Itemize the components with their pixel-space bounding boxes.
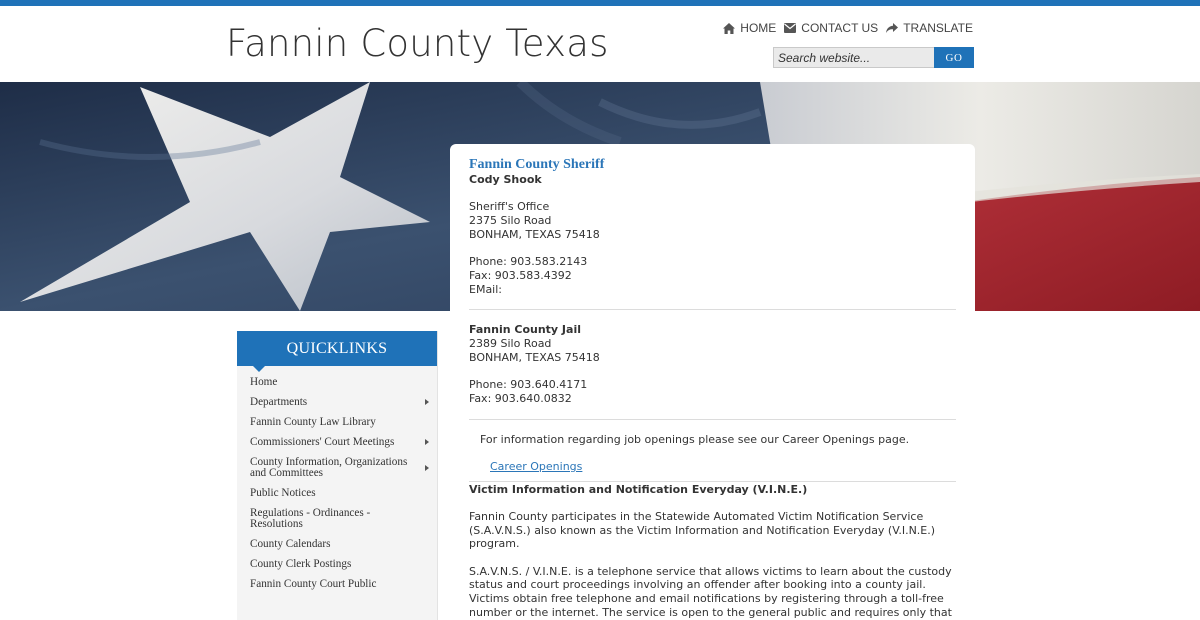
- quicklink-home[interactable]: Home: [237, 373, 437, 393]
- divider: [469, 480, 956, 482]
- jail-city: BONHAM, TEXAS 75418: [469, 350, 600, 364]
- share-arrow-icon: [886, 23, 899, 33]
- jail-phone: Phone: 903.640.4171: [469, 378, 588, 392]
- home-link[interactable]: HOME: [723, 21, 776, 35]
- quicklink-label: County Clerk Postings: [250, 558, 352, 570]
- translate-label: TRANSLATE: [903, 21, 973, 35]
- submenu-arrow-icon: [425, 399, 429, 405]
- vine-paragraph-1: Fannin County participates in the Statew…: [469, 509, 936, 551]
- sheriff-content-panel: Fannin County Sheriff Cody Shook Sheriff…: [450, 144, 975, 620]
- quicklink-county-calendars[interactable]: County Calendars: [237, 535, 437, 555]
- home-link-label: HOME: [740, 21, 777, 35]
- jail-fax: Fax: 903.640.0832: [469, 391, 572, 405]
- translate-link[interactable]: TRANSLATE: [886, 21, 973, 35]
- quicklink-county-information[interactable]: County Information, Organizations and Co…: [237, 453, 437, 484]
- quicklink-label: Public Notices: [250, 487, 316, 499]
- sheriff-heading: Fannin County Sheriff: [469, 157, 605, 172]
- jail-street: 2389 Silo Road: [469, 337, 552, 350]
- site-title[interactable]: Fannin County Texas: [226, 22, 609, 65]
- quicklink-label: County Calendars: [250, 538, 331, 550]
- quicklink-label: Home: [250, 376, 278, 388]
- sheriff-phone: Phone: 903.583.2143: [469, 255, 588, 269]
- quicklink-law-library[interactable]: Fannin County Law Library: [237, 413, 437, 433]
- envelope-icon: [784, 23, 797, 33]
- contact-us-link[interactable]: CONTACT US: [784, 21, 878, 35]
- submenu-arrow-icon: [425, 464, 429, 471]
- quicklinks-title: QUICKLINKS: [237, 331, 437, 372]
- top-navigation: HOME CONTACT US TRANSLATE: [723, 21, 973, 35]
- jail-heading: Fannin County Jail: [469, 323, 581, 337]
- quicklink-county-clerk-postings[interactable]: County Clerk Postings: [237, 555, 437, 575]
- quicklink-label: County Information, Organizations and Co…: [250, 456, 408, 479]
- site-search: GO: [773, 47, 974, 68]
- quicklink-label: Fannin County Court Public: [250, 578, 377, 590]
- divider: [469, 309, 956, 311]
- vine-heading: Victim Information and Notification Ever…: [469, 482, 808, 496]
- search-input[interactable]: [773, 47, 934, 68]
- divider: [469, 418, 956, 420]
- quicklink-label: Commissioners' Court Meetings: [250, 436, 395, 448]
- contact-us-label: CONTACT US: [801, 21, 879, 35]
- quicklink-public-notices[interactable]: Public Notices: [237, 484, 437, 504]
- submenu-arrow-icon: [425, 439, 429, 445]
- sheriff-office: Sheriff's Office: [469, 200, 550, 214]
- quicklink-county-court-public[interactable]: Fannin County Court Public: [237, 575, 437, 595]
- vine-paragraph-2: S.A.V.N.S. / V.I.N.E. is a telephone ser…: [469, 564, 952, 620]
- sheriff-fax: Fax: 903.583.4392: [469, 268, 572, 282]
- site-header: Fannin County Texas HOME CONTACT US TRAN…: [0, 6, 1200, 82]
- quicklink-regulations[interactable]: Regulations - Ordinances - Resolutions: [237, 504, 437, 535]
- sheriff-name: Cody Shook: [469, 173, 542, 186]
- quicklink-label: Departments: [250, 396, 308, 408]
- careers-text: For information regarding job openings p…: [480, 432, 910, 446]
- home-icon: [723, 22, 736, 34]
- quicklink-label: Regulations - Ordinances - Resolutions: [250, 507, 371, 530]
- quicklinks-sidebar: QUICKLINKS Home Departments Fannin Count…: [237, 331, 438, 620]
- search-go-button[interactable]: GO: [934, 47, 974, 68]
- career-openings-link[interactable]: Career Openings: [469, 460, 582, 474]
- sheriff-email: EMail:: [469, 282, 502, 296]
- quicklink-departments[interactable]: Departments: [237, 393, 437, 413]
- sheriff-street: 2375 Silo Road: [469, 214, 552, 228]
- quicklinks-list: Home Departments Fannin County Law Libra…: [237, 366, 437, 595]
- sheriff-city: BONHAM, TEXAS 75418: [469, 227, 600, 241]
- quicklink-commissioners-court[interactable]: Commissioners' Court Meetings: [237, 433, 437, 453]
- quicklink-label: Fannin County Law Library: [250, 416, 376, 428]
